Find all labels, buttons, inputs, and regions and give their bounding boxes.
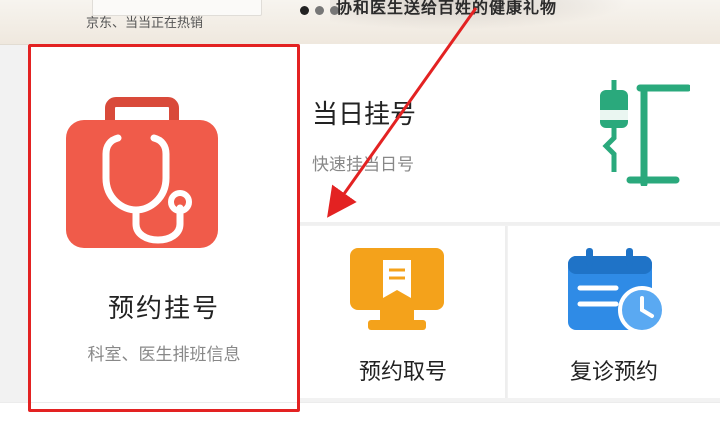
highlight-box xyxy=(28,44,300,412)
same-day-title: 当日挂号 xyxy=(312,100,417,130)
same-day-subtitle: 快速挂当日号 xyxy=(312,155,414,175)
appointment-ticket-card[interactable]: 预约取号 xyxy=(300,226,506,398)
ticket-title: 预约取号 xyxy=(358,360,447,385)
promo-banner[interactable]: 京东、当当正在热销 协和医生送给百姓的健康礼物 xyxy=(0,0,720,45)
grid-divider xyxy=(300,222,720,225)
banner-left-text: 京东、当当正在热销 xyxy=(86,16,204,31)
grid-divider xyxy=(505,226,507,398)
follow-up-appointment-card[interactable]: 复诊预约 xyxy=(508,226,720,398)
iv-drip-icon xyxy=(594,80,692,188)
banner-headline: 协和医生送给百姓的健康礼物 xyxy=(336,0,558,17)
follow-up-title: 复诊预约 xyxy=(569,360,658,385)
monitor-ticket-icon xyxy=(350,248,444,332)
banner-pagination xyxy=(300,6,339,15)
calendar-clock-icon xyxy=(568,248,666,334)
pagination-dot[interactable] xyxy=(300,6,309,15)
same-day-registration-card[interactable]: 当日挂号 快速挂当日号 xyxy=(300,44,720,222)
pagination-dot[interactable] xyxy=(315,6,324,15)
